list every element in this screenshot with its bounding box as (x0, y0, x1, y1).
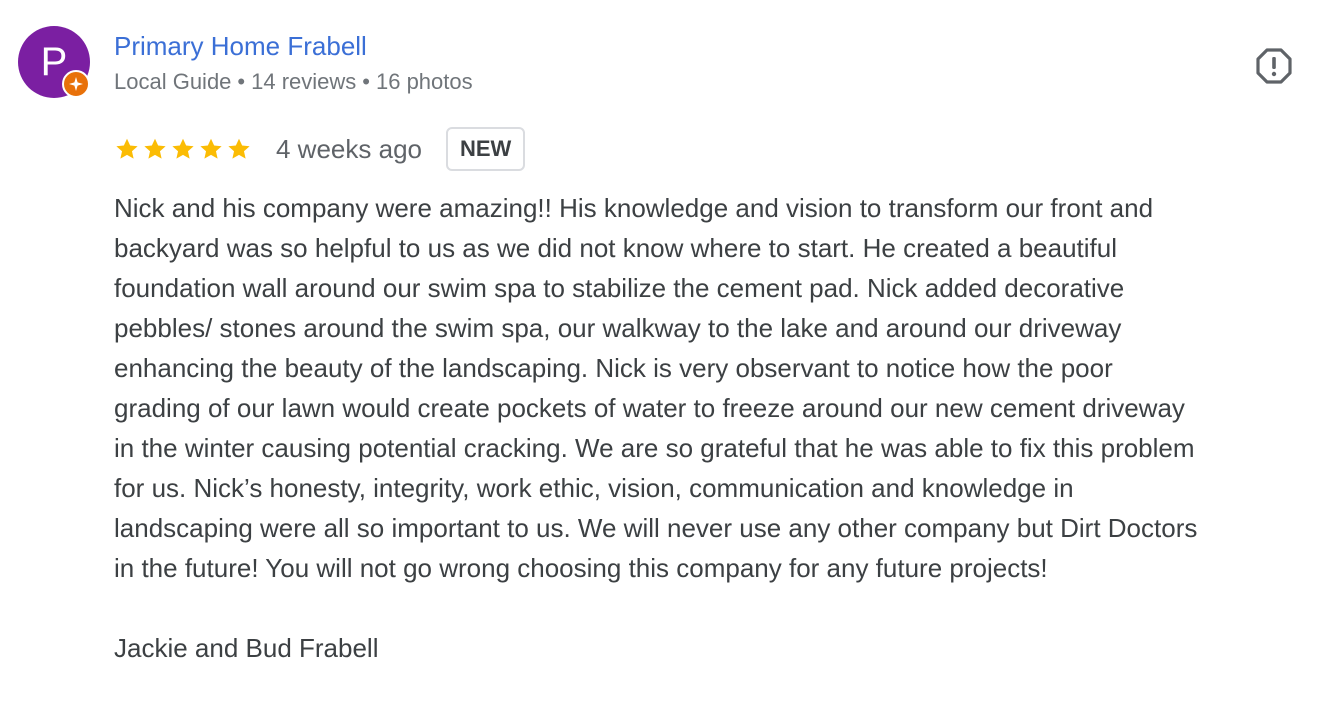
report-review-button[interactable] (1252, 44, 1296, 88)
review-text-line: landscaping were all so important to us.… (114, 513, 1198, 543)
author-photo-count: 16 photos (375, 69, 473, 94)
star-rating (114, 136, 252, 162)
author-level: Local Guide (114, 69, 232, 94)
review-text-line: pebbles/ stones around the swim spa, our… (114, 313, 1122, 343)
star-icon (228, 138, 250, 159)
meta-separator: • (237, 69, 246, 94)
review-text-line: in the future! You will not go wrong cho… (114, 553, 1048, 583)
local-guide-star-icon (62, 70, 90, 98)
review-signature: Jackie and Bud Frabell (114, 633, 379, 663)
author-review-count: 14 reviews (251, 69, 357, 94)
review-text-line: grading of our lawn would create pockets… (114, 393, 1185, 423)
review-text-line: for us. Nick’s honesty, integrity, work … (114, 473, 1074, 503)
author-meta: Local Guide • 14 reviews • 16 photos (114, 68, 473, 96)
review-text-line: backyard was so helpful to us as we did … (114, 233, 1117, 263)
review-text-line: enhancing the beauty of the landscaping.… (114, 353, 1113, 383)
author-name-link[interactable]: Primary Home Frabell (114, 30, 367, 62)
review-text-line: foundation wall around our swim spa to s… (114, 273, 1125, 303)
new-badge: NEW (445, 127, 526, 171)
review-text-line: in the winter causing potential cracking… (114, 433, 1195, 463)
review-card: P Primary Home Frabell Local Guide • 14 re… (0, 0, 1344, 702)
meta-separator: • (362, 69, 370, 94)
star-icon (172, 138, 194, 159)
review-text: Nick and his company were amazing!! His … (114, 188, 1336, 588)
review-time: 4 weeks ago (276, 133, 422, 164)
star-icon (116, 138, 138, 159)
rating-row: 4 weeks ago NEW (114, 126, 526, 172)
star-icon (200, 138, 222, 159)
report-flag-icon (1256, 48, 1292, 84)
star-icon (144, 138, 166, 159)
review-text-line: Nick and his company were amazing!! His … (114, 193, 1154, 223)
